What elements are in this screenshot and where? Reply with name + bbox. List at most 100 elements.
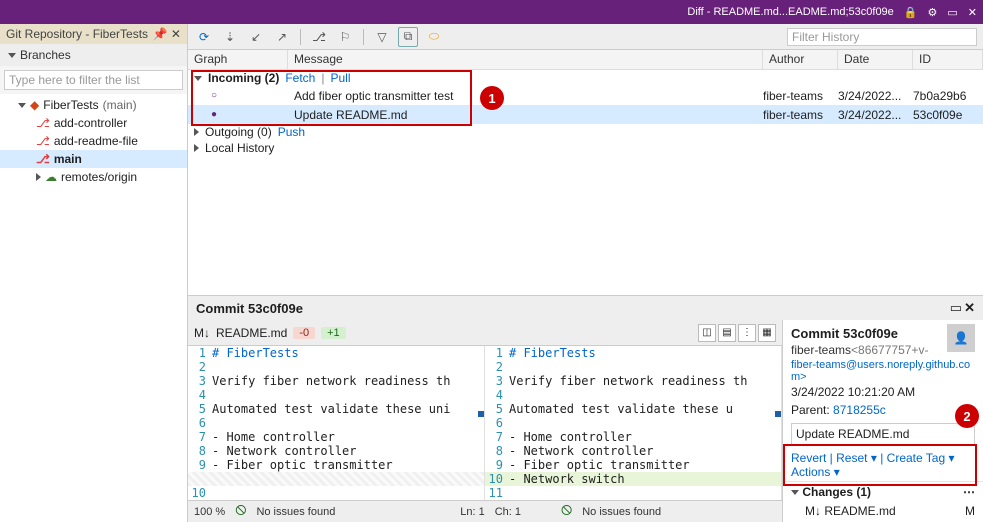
commit-date: 3/24/2022... [838, 89, 913, 103]
avatar-icon: 👤 [947, 324, 975, 352]
incoming-group[interactable]: Incoming (2) Fetch | Pull [188, 70, 983, 86]
settings-icon[interactable]: ⚙ [928, 6, 938, 19]
branch-item[interactable]: ⎇ add-controller [0, 114, 187, 132]
added-badge: +1 [321, 327, 346, 339]
branch-filter-input[interactable]: Type here to filter the list [4, 70, 183, 90]
remotes-item[interactable]: ☁remotes/origin [0, 168, 187, 186]
issues-right: No issues found [582, 506, 661, 518]
col-date[interactable]: Date [838, 50, 913, 69]
chevron-down-icon [194, 76, 202, 81]
fetch-link[interactable]: Fetch [285, 71, 315, 85]
commit-author: fiber-teams [763, 108, 838, 122]
pull-link[interactable]: Pull [330, 71, 350, 85]
commit-message: Add fiber optic transmitter test [288, 89, 763, 103]
chevron-right-icon [194, 144, 199, 152]
tag-icon[interactable]: ⬭ [424, 27, 444, 47]
commit-date: 3/24/2022... [838, 108, 913, 122]
details-date: 3/24/2022 10:21:20 AM [783, 383, 983, 401]
create-tag-link[interactable]: Create Tag [887, 451, 945, 465]
parent-label: Parent: [791, 403, 830, 417]
view-sidebyside-icon[interactable]: ◫ [698, 324, 716, 342]
branch-tool-icon[interactable]: ⎇ [309, 27, 329, 47]
revert-link[interactable]: Revert [791, 451, 826, 465]
branches-label: Branches [20, 48, 71, 62]
check-icon: 🛇 [561, 502, 572, 521]
commit-row-selected[interactable]: ● Update README.md fiber-teams 3/24/2022… [188, 105, 983, 124]
more-icon[interactable]: ⋯ [963, 485, 975, 499]
push-icon[interactable]: ↗ [272, 27, 292, 47]
chevron-down-icon [18, 103, 26, 108]
diff-right[interactable]: 1# FiberTests23Verify fiber network read… [485, 346, 782, 500]
view-inline-icon[interactable]: ▤ [718, 324, 736, 342]
changes-header[interactable]: Changes (1) ⋯ [783, 481, 983, 502]
branch-icon: ⎇ [36, 116, 50, 130]
commit-author: fiber-teams [763, 89, 838, 103]
branch-label: add-readme-file [54, 134, 138, 148]
details-author-id: <86677757+v- [851, 343, 928, 357]
fetch-icon[interactable]: ⇣ [220, 27, 240, 47]
push-link[interactable]: Push [278, 125, 305, 139]
zoom-level[interactable]: 100 % [194, 506, 225, 518]
branch-icon: ⎇ [36, 134, 50, 148]
close-icon[interactable]: ✕ [964, 300, 975, 316]
commit-id: 53c0f09e [913, 108, 983, 122]
col-id[interactable]: ID [913, 50, 983, 69]
pull-icon[interactable]: ↙ [246, 27, 266, 47]
incoming-label: Incoming (2) [208, 71, 279, 85]
reset-link[interactable]: Reset [836, 451, 867, 465]
pin-icon[interactable]: 📌 ✕ [153, 27, 181, 41]
branches-header[interactable]: Branches [0, 44, 187, 66]
compare-icon[interactable]: ⧉ [398, 27, 418, 47]
col-graph[interactable]: Graph [188, 50, 288, 69]
view-tree-icon[interactable]: ⋮ [738, 324, 756, 342]
diff-title: Diff - README.md...EADME.md;53c0f09e [687, 6, 893, 18]
history-columns: Graph Message Author Date ID [188, 50, 983, 70]
details-header: Commit 53c0f09e [783, 320, 947, 343]
refresh-icon[interactable]: ⟳ [194, 27, 214, 47]
git-repository-panel: Git Repository - FiberTests 📌 ✕ Branches… [0, 24, 188, 522]
lock-icon: 🔒 [904, 6, 918, 19]
view-list-icon[interactable]: ▦ [758, 324, 776, 342]
details-email[interactable]: fiber-teams@users.noreply.github.com> [783, 359, 983, 383]
branch-label: main [54, 152, 82, 166]
branch-item-main[interactable]: ⎇ main [0, 150, 187, 168]
status-bar: 100 % 🛇 No issues found Ln: 1 Ch: 1 🛇 No… [188, 500, 782, 522]
diff-file-name: README.md [216, 326, 287, 340]
chevron-right-icon [194, 128, 199, 136]
chevron-down-icon [8, 53, 16, 58]
filter-history-input[interactable]: Filter History [787, 28, 977, 46]
branch-tree: ◆ FiberTests (main) ⎇ add-controller ⎇ add… [0, 94, 187, 522]
changed-file-name: README.md [824, 504, 895, 518]
changed-file-item[interactable]: M↓ README.md M [783, 502, 983, 520]
commit-message-box[interactable]: Update README.md [791, 423, 975, 445]
details-author: fiber-teams [791, 343, 851, 357]
filter-icon[interactable]: ▽ [372, 27, 392, 47]
branch-item[interactable]: ⎇ add-readme-file [0, 132, 187, 150]
outgoing-group[interactable]: Outgoing (0) Push [188, 124, 983, 140]
repo-current-branch: (main) [103, 98, 137, 112]
parent-hash-link[interactable]: 8718255c [833, 403, 886, 417]
window-close-icon[interactable]: ✕ [968, 6, 977, 19]
panel-tab-header[interactable]: Git Repository - FiberTests 📌 ✕ [0, 24, 187, 44]
col-message[interactable]: Message [288, 50, 763, 69]
changes-label: Changes (1) [802, 485, 871, 499]
diff-left[interactable]: 1# FiberTests23Verify fiber network read… [188, 346, 485, 500]
col-author[interactable]: Author [763, 50, 838, 69]
issues-left: No issues found [256, 506, 335, 518]
branch-label: add-controller [54, 116, 127, 130]
window-restore-icon[interactable]: ▭ [947, 6, 957, 19]
commit-header-title: Commit 53c0f09e [196, 301, 303, 316]
maximize-icon[interactable]: ▭ [950, 300, 962, 316]
check-icon: 🛇 [235, 502, 246, 521]
local-history-group[interactable]: Local History [188, 140, 983, 156]
removed-badge: -0 [293, 327, 315, 339]
graph-node-icon: ○ [194, 90, 234, 101]
commit-row[interactable]: ○ Add fiber optic transmitter test fiber… [188, 86, 983, 105]
actions-link[interactable]: Actions [791, 465, 830, 479]
commit-id: 7b0a29b6 [913, 89, 983, 103]
commit-details-pane: Commit 53c0f09e ▭ ✕ M↓ README.md -0 +1 ◫ [188, 295, 983, 522]
chevron-right-icon [36, 173, 41, 181]
repo-root-item[interactable]: ◆ FiberTests (main) [0, 96, 187, 114]
branch-icon: ⎇ [36, 152, 50, 166]
tag-tool-icon[interactable]: ⚐ [335, 27, 355, 47]
